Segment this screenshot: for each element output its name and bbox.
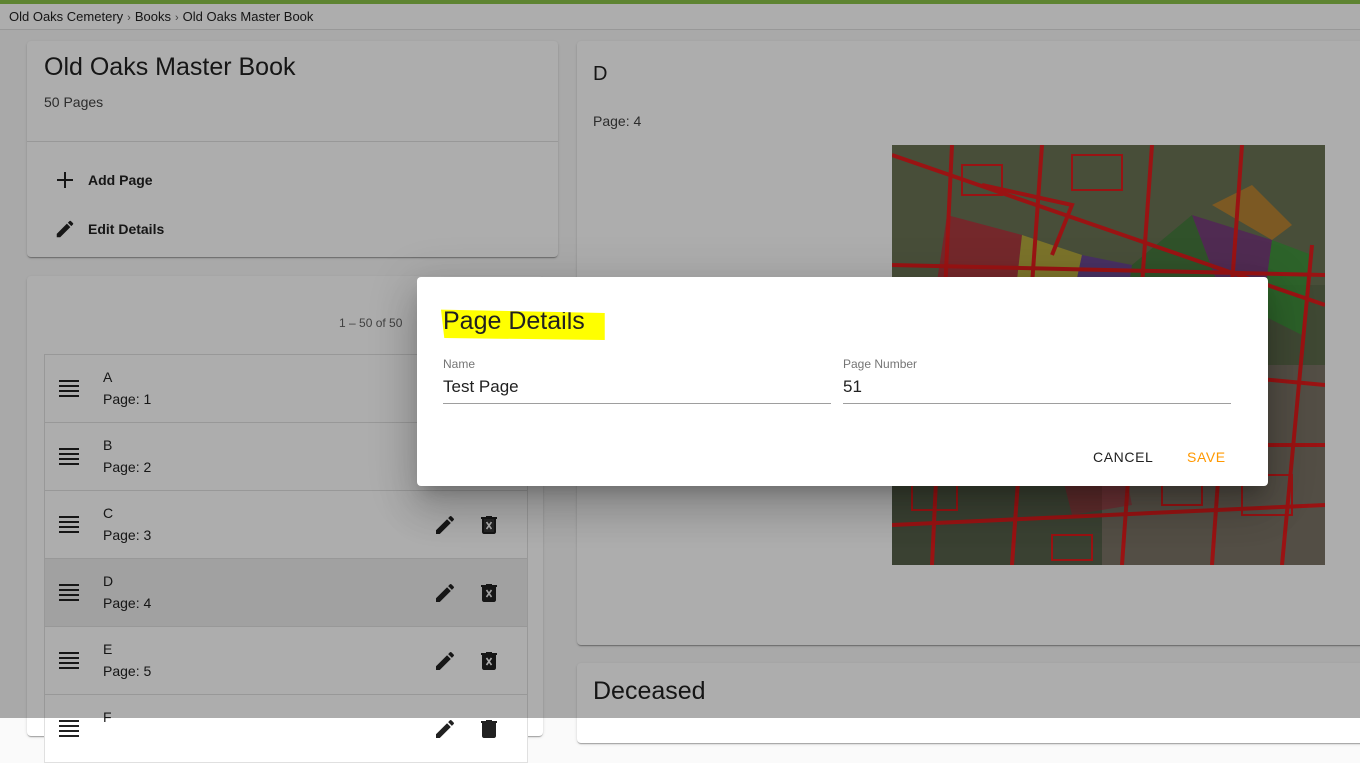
page-number-input[interactable]: 51 bbox=[843, 377, 1231, 404]
name-field: Name Test Page bbox=[443, 357, 831, 404]
save-button[interactable]: SAVE bbox=[1187, 449, 1226, 465]
page-number-field-label: Page Number bbox=[843, 357, 918, 371]
name-input[interactable]: Test Page bbox=[443, 377, 831, 404]
delete-icon[interactable] bbox=[477, 717, 501, 741]
pencil-icon[interactable] bbox=[433, 717, 457, 741]
page-number-field: Page Number 51 bbox=[843, 357, 1231, 404]
dialog-title: Page Details bbox=[441, 309, 605, 340]
page-details-dialog: Page Details Name Test Page Page Number … bbox=[417, 277, 1268, 486]
name-field-label: Name bbox=[443, 357, 476, 371]
cancel-button[interactable]: CANCEL bbox=[1093, 449, 1153, 465]
drag-handle-icon[interactable] bbox=[59, 719, 79, 737]
